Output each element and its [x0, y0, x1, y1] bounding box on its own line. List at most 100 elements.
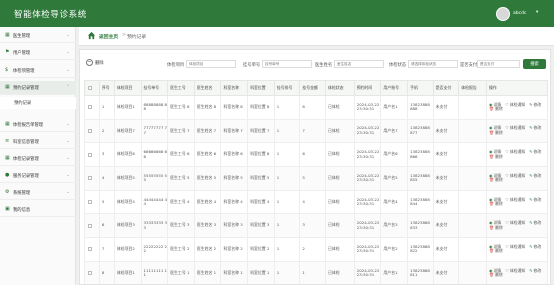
row-delete-button[interactable]: 🗑 删除 [489, 178, 503, 183]
user-icon: ● [5, 172, 10, 178]
breadcrumb-home-link[interactable]: 返回主页 [99, 33, 118, 40]
row-checkbox[interactable] [88, 271, 92, 276]
sidebar-item-my-info[interactable]: ▣ 我的信息 [0, 203, 76, 217]
remind-button[interactable]: ♡ 体检通知 [505, 126, 525, 131]
column-header[interactable]: 挂号单号 [140, 80, 169, 96]
cell-report [458, 95, 487, 120]
table-row[interactable]: 3 体检项目6 66666666 66 医生工号 6 医生姓名 6 科室名称 6 科室位置 … [84, 142, 548, 168]
sidebar-item-exam-item[interactable]: $ 体检项管理 ⌄ [0, 64, 76, 78]
edit-button[interactable]: ✎ 修改 [529, 267, 542, 274]
column-header[interactable]: 预约时间 [353, 80, 382, 96]
select-all-checkbox[interactable] [88, 86, 92, 90]
edit-button[interactable]: ✎ 修改 [529, 221, 541, 226]
sidebar-item-department[interactable]: ≡ 科室信息管理 ⌄ [0, 135, 76, 149]
column-header[interactable]: 体检状态 [324, 80, 355, 96]
row-delete-button[interactable]: 🗑 删除 [489, 249, 503, 254]
sidebar-subitem-appointment-record[interactable]: 预约记录 [0, 97, 76, 109]
sidebar-item-service-record[interactable]: ● 服务记录管理 ⌄ [0, 169, 76, 183]
column-header[interactable]: 医生工号 [167, 80, 195, 96]
row-delete-button[interactable]: 🗑 删除 [489, 130, 503, 136]
row-checkbox[interactable] [88, 200, 92, 205]
edit-button[interactable]: ✎ 修改 [529, 126, 541, 131]
cell-queue-number: 1 [273, 237, 301, 262]
edit-button[interactable]: ✎ 修改 [529, 244, 541, 250]
remind-button[interactable]: ♡ 体检通知 [505, 268, 525, 274]
user-name[interactable]: abcdc [513, 11, 526, 16]
column-header[interactable]: 挂号金额 [299, 80, 326, 96]
reg-no-input[interactable] [262, 60, 312, 68]
sidebar-item-appointment[interactable]: ▦ 预约记录管理 ⌃ [0, 81, 76, 95]
row-delete-button[interactable]: 🗑 删除 [489, 225, 503, 231]
row-checkbox[interactable] [88, 152, 92, 157]
table-row[interactable]: 1 体检项目1 88888888 88 医生工号 8 医生姓名 8 科室名称 8 科室位置 … [84, 95, 548, 120]
cell-appointment-time: 2024-03-22 23:30:31 [353, 213, 382, 239]
row-checkbox[interactable] [88, 176, 92, 181]
cell-row-number: 1 [98, 95, 115, 120]
cell-paid-status: 未支付 [432, 166, 460, 191]
row-delete-button[interactable]: 🗑 删除 [489, 273, 503, 278]
column-header[interactable]: 手机 [407, 80, 434, 96]
remind-button[interactable]: ♡ 体检通知 [505, 221, 525, 226]
column-header[interactable]: 医生姓名 [193, 80, 222, 96]
table-row[interactable]: 7 体检项目2 22222222 22 医生工号 2 医生姓名 2 科室名称 2 科室位置 … [84, 237, 548, 262]
remind-button[interactable]: ♡ 体检通知 [505, 173, 525, 179]
table-row[interactable]: 4 体检项目5 55555555 55 医生工号 5 医生姓名 5 科室名称 5 科室位置 … [84, 166, 548, 191]
cell-dept-name: 科室名称 6 [220, 142, 249, 168]
search-button[interactable]: 搜索 [523, 59, 546, 69]
column-header[interactable]: 挂号排号 [273, 80, 301, 96]
sidebar-item-user[interactable]: ⚑ 用户管理 ⌄ [0, 46, 76, 60]
edit-button[interactable]: ✎ 修改 [529, 197, 541, 203]
paid-select[interactable] [477, 60, 520, 68]
edit-label: 修改 [533, 267, 542, 273]
exam-status-select[interactable] [408, 60, 458, 68]
row-select [84, 213, 100, 239]
row-checkbox[interactable] [88, 105, 92, 110]
column-header[interactable]: 是否支付 [432, 80, 460, 96]
table-row[interactable]: 6 体检项目3 33333333 33 医生工号 3 医生姓名 3 科室名称 3 科室位置 … [84, 213, 548, 239]
remind-button[interactable]: ♡ 体检通知 [505, 197, 525, 203]
column-header[interactable]: 科室位置 [247, 80, 275, 96]
avatar[interactable] [496, 7, 510, 21]
home-icon[interactable] [87, 31, 96, 40]
row-checkbox[interactable] [88, 129, 92, 134]
table-row[interactable]: 5 体检项目4 44444444 44 医生工号 4 医生姓名 4 科室名称 4 科室位置 … [84, 189, 548, 215]
sidebar-item-report[interactable]: ▦ 体检报告单管理 ⌄ [0, 118, 76, 132]
remind-button[interactable]: ♡ 体检通知 [505, 243, 526, 250]
sidebar-item-exam-record[interactable]: ▦ 体检记录管理 ⌄ [0, 152, 76, 166]
chevron-down-icon[interactable]: ▾ [536, 10, 538, 15]
cell-exam-status: 已体检 [324, 237, 355, 262]
heart-icon: ♡ [505, 149, 509, 155]
cell-fee: 8 [299, 95, 326, 120]
cell-exam-status: 已体检 [324, 118, 355, 144]
cell-appointment-time: 2024-03-22 23:30:31 [353, 260, 382, 284]
table-row[interactable]: 2 体检项目7 77777777 77 医生工号 7 医生姓名 7 科室名称 7 科室位置 … [84, 118, 548, 144]
cell-doctor-name: 医生姓名 1 [193, 260, 222, 284]
row-delete-button[interactable]: 🗑 删除 [489, 201, 503, 207]
sidebar-item-doctor[interactable]: ▦ 医生管理 ⌄ [0, 29, 76, 43]
sidebar-item-system[interactable]: ⚙ 系统管理 ⌄ [0, 186, 76, 200]
remind-label: 体检通知 [509, 243, 526, 249]
edit-button[interactable]: ✎ 修改 [529, 173, 541, 179]
delete-button[interactable]: − 删除 [86, 59, 104, 66]
row-delete-button[interactable]: 🗑 删除 [489, 154, 503, 160]
cell-doctor-id: 医生工号 4 [167, 189, 195, 215]
column-header[interactable]: 体检报告 [458, 80, 487, 96]
edit-button[interactable]: ✎ 修改 [529, 150, 541, 155]
row-delete-button[interactable]: 🗑 删除 [489, 107, 503, 112]
edit-button[interactable]: ✎ 修改 [529, 102, 541, 108]
cell-fee: 4 [299, 189, 326, 215]
table-row[interactable]: 8 体检项目1 11111111 11 医生工号 1 医生姓名 1 科室名称 1 科室位置 … [84, 260, 548, 284]
remind-button[interactable]: ♡ 体检通知 [505, 102, 525, 108]
cell-actions: ◉ 详情 ♡ 体检通知 ✎ 修改 🗑 删除 [486, 166, 548, 191]
cell-doctor-id: 医生工号 5 [167, 166, 195, 191]
column-header[interactable]: 科室名称 [220, 80, 249, 96]
column-header[interactable]: 用户账号 [380, 80, 409, 96]
chevron-down-icon: ⌄ [66, 68, 70, 73]
remind-button[interactable]: ♡ 体检通知 [505, 150, 525, 155]
doctor-name-input[interactable] [334, 60, 384, 68]
row-checkbox[interactable] [88, 247, 92, 252]
row-checkbox[interactable] [88, 223, 92, 228]
exam-item-input[interactable] [186, 60, 236, 68]
column-header[interactable]: 体检项目 [113, 80, 142, 96]
filter-label-exam-item: 体检项目 [167, 63, 185, 68]
